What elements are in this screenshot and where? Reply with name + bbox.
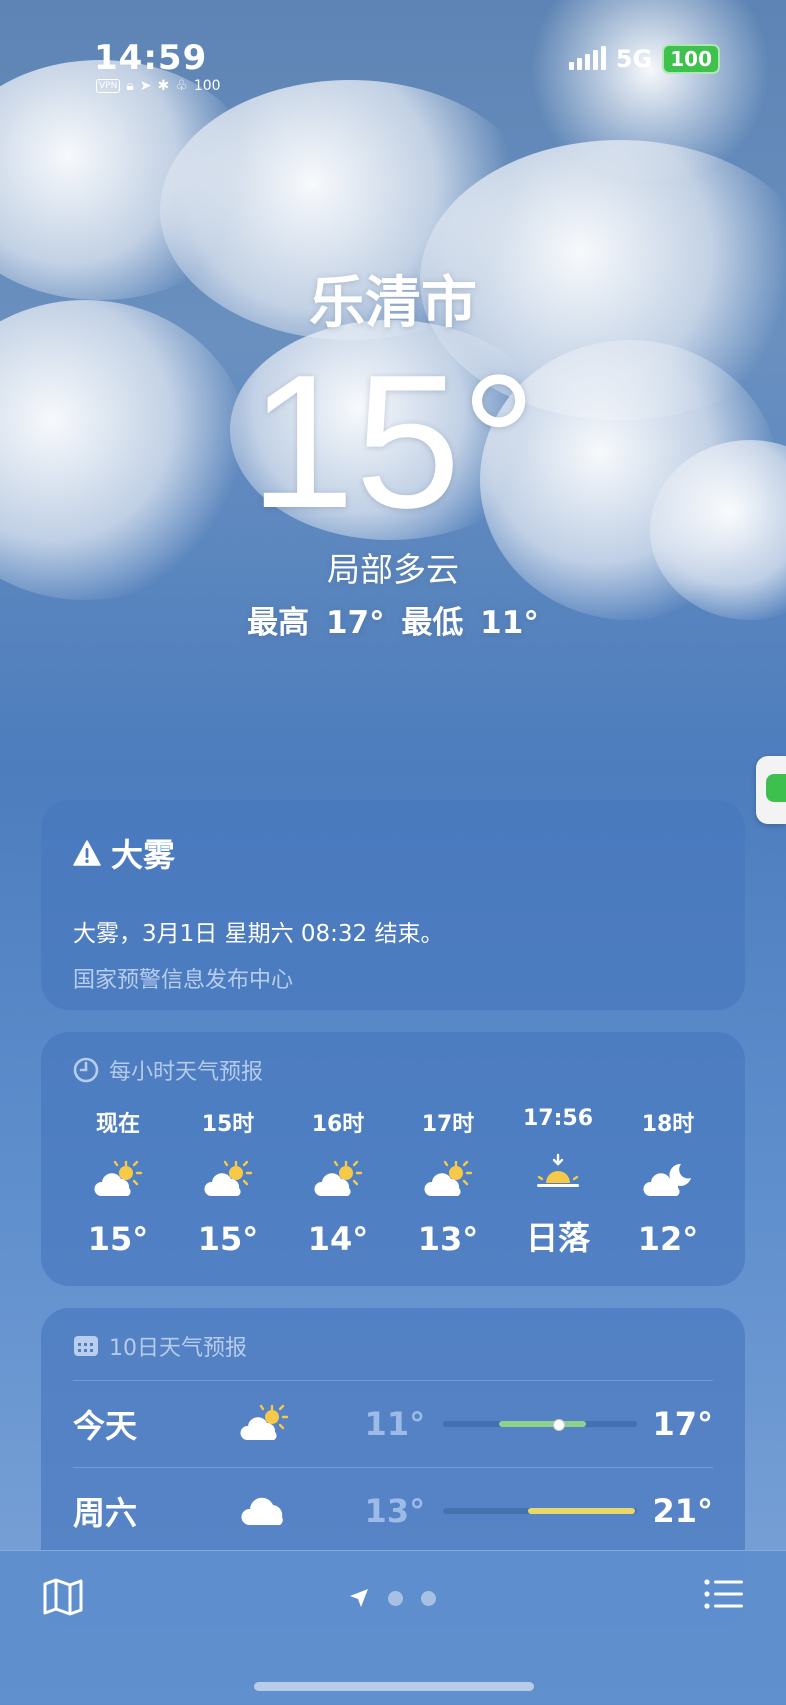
wechat-icon — [766, 774, 786, 802]
alert-title: 大雾 — [111, 836, 176, 874]
day-low: 11° — [364, 1405, 426, 1443]
hourly-value: 15° — [87, 1220, 149, 1258]
list-icon — [704, 1579, 743, 1609]
hourly-item: 18时 12° — [623, 1106, 713, 1259]
location-icon: ➤ — [139, 78, 152, 94]
city-name: 乐清市 — [309, 271, 477, 336]
daily-list: 今天 11° 17° 周六 13° 21° — [73, 1380, 713, 1554]
hourly-time: 16时 — [311, 1112, 365, 1137]
daily-header: 10日天气预报 — [73, 1330, 713, 1362]
floating-app-tab[interactable] — [756, 756, 786, 824]
map-icon — [43, 1578, 83, 1616]
hourly-time: 现在 — [95, 1112, 140, 1137]
sunset-icon — [513, 1143, 603, 1203]
hourly-time: 17时 — [421, 1112, 475, 1137]
battery-indicator: 100 — [662, 44, 720, 74]
daily-header-label: 10日天气预报 — [109, 1336, 247, 1361]
partly-cloudy-icon — [73, 1150, 163, 1210]
status-time: 14:59 — [94, 38, 208, 78]
hourly-forecast-card[interactable]: 每小时天气预报 现在 15° 15时 15° 16时 14° 17时 13° 17:56 日落 18… — [41, 1032, 745, 1286]
current-temp-dot — [552, 1419, 565, 1431]
hourly-item: 现在 15° — [73, 1106, 163, 1259]
hourly-item: 17:56 日落 — [513, 1106, 603, 1259]
current-weather: 乐清市 15° 局部多云 最高 17° 最低 11° — [0, 258, 786, 642]
day-low: 13° — [364, 1492, 426, 1530]
clock-icon — [73, 1057, 99, 1083]
status-sub-icons: VPN 🔒︎ ➤ ✱ ♧ 100 — [96, 78, 221, 94]
alert-title-row: 大雾 — [73, 830, 713, 876]
partly-cloudy-icon — [183, 1150, 273, 1210]
daily-row[interactable]: 周六 13° 21° — [73, 1467, 713, 1554]
hourly-time: 15时 — [201, 1112, 255, 1137]
hourly-list: 现在 15° 15时 15° 16时 14° 17时 13° 17:56 日落 18时 12° — [73, 1106, 713, 1259]
home-indicator[interactable] — [254, 1682, 534, 1691]
daily-row[interactable]: 今天 11° 17° — [73, 1380, 713, 1467]
page-dot[interactable] — [388, 1590, 403, 1606]
partly-cloudy-icon — [293, 1150, 383, 1210]
status-bar: 14:59 VPN 🔒︎ ➤ ✱ ♧ 100 5G 100 — [0, 38, 786, 98]
network-type: 5G — [615, 45, 653, 73]
partly-cloudy-icon — [220, 1404, 308, 1444]
hourly-value: 13° — [417, 1220, 479, 1258]
high-low-temperature: 最高 17° 最低 11° — [247, 605, 539, 641]
day-name: 周六 — [73, 1494, 138, 1532]
hourly-value: 日落 — [525, 1219, 590, 1257]
day-name: 今天 — [73, 1407, 138, 1445]
map-button[interactable] — [42, 1577, 84, 1621]
earbuds-battery: 100 — [193, 78, 221, 94]
bottom-toolbar — [0, 1550, 786, 1705]
range-fill — [498, 1421, 586, 1427]
temperature-range-bar — [443, 1508, 637, 1514]
current-condition: 局部多云 — [327, 550, 459, 589]
day-high: 21° — [652, 1492, 713, 1530]
range-fill — [528, 1508, 636, 1514]
city-list-button[interactable] — [704, 1579, 744, 1613]
signal-icon — [568, 46, 606, 70]
page-indicator[interactable] — [348, 1587, 436, 1609]
temperature-range-bar — [443, 1419, 637, 1431]
bluetooth-icon: ✱ — [157, 78, 170, 94]
status-right: 5G 100 — [568, 44, 720, 74]
current-temperature: 15° — [249, 336, 537, 548]
hourly-value: 14° — [307, 1220, 369, 1258]
weather-alert-card[interactable]: 大雾 大雾，3月1日 星期六 08:32 结束。 国家预警信息发布中心 — [41, 800, 745, 1010]
hourly-value: 12° — [637, 1220, 699, 1258]
alert-description: 大雾，3月1日 星期六 08:32 结束。 — [73, 921, 444, 947]
hourly-item: 15时 15° — [183, 1106, 273, 1259]
location-arrow-icon — [350, 1589, 368, 1607]
page-dot[interactable] — [421, 1590, 436, 1606]
cloudy-night-icon — [623, 1150, 713, 1210]
warning-icon — [73, 840, 101, 866]
hourly-value: 15° — [197, 1220, 259, 1258]
earbuds-icon: ♧ — [175, 78, 188, 94]
partly-cloudy-icon — [403, 1150, 493, 1210]
hourly-header-label: 每小时天气预报 — [109, 1060, 264, 1085]
hourly-item: 16时 14° — [293, 1106, 383, 1259]
alert-source: 国家预警信息发布中心 — [73, 968, 294, 993]
hourly-header: 每小时天气预报 — [73, 1054, 713, 1086]
calendar-icon — [74, 1336, 98, 1356]
hourly-time: 17:56 — [522, 1106, 594, 1131]
hourly-time: 18时 — [641, 1112, 695, 1137]
lock-rotation-icon: 🔒︎ — [126, 78, 134, 94]
day-high: 17° — [652, 1405, 713, 1443]
cloud-icon — [220, 1493, 308, 1529]
hourly-item: 17时 13° — [403, 1106, 493, 1259]
vpn-badge: VPN — [96, 79, 121, 93]
